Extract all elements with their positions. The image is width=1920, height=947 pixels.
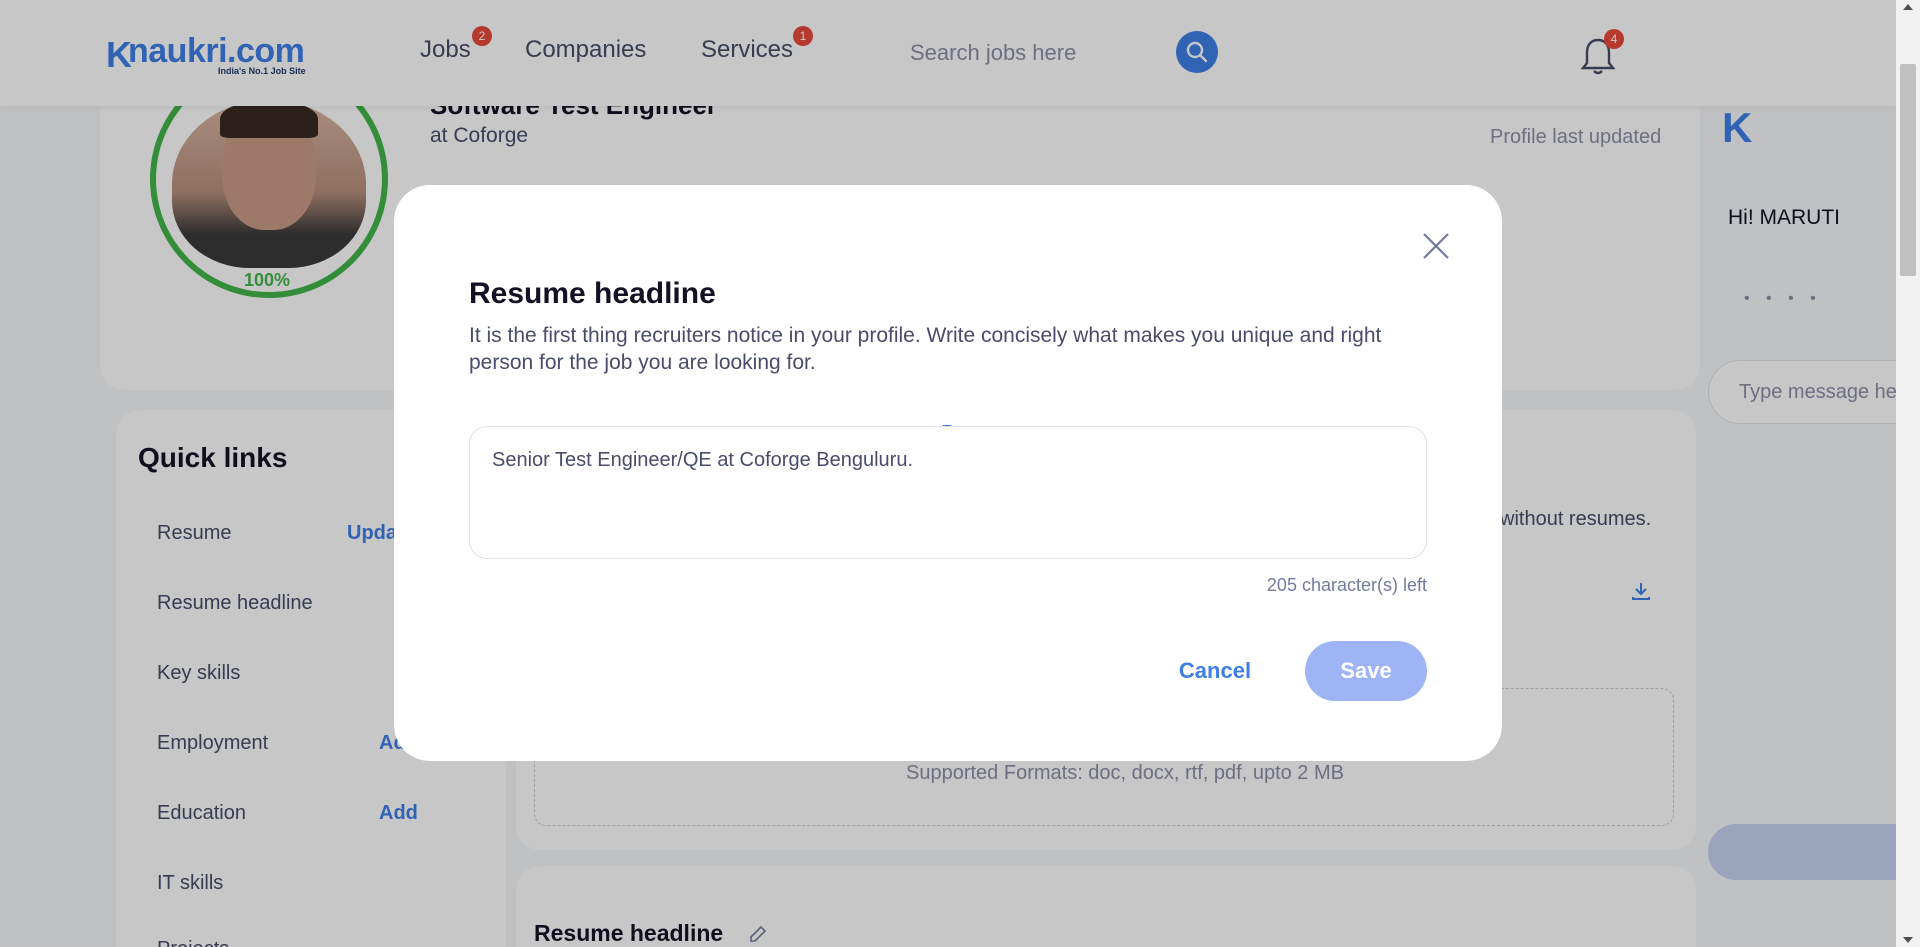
page-scrollbar[interactable] (1896, 0, 1920, 947)
modal-description: It is the first thing recruiters notice … (469, 324, 1382, 374)
cancel-button[interactable]: Cancel (1168, 650, 1262, 692)
save-button[interactable]: Save (1305, 641, 1427, 701)
close-icon[interactable] (1418, 228, 1454, 264)
scroll-up-arrow[interactable] (1903, 4, 1913, 10)
modal-title: Resume headline (469, 277, 716, 310)
characters-left-counter: 205 character(s) left (1266, 575, 1427, 595)
scroll-down-arrow[interactable] (1903, 937, 1913, 943)
scroll-thumb[interactable] (1900, 64, 1916, 276)
resume-headline-textarea[interactable]: Senior Test Engineer/QE at Coforge Bengu… (469, 426, 1427, 559)
